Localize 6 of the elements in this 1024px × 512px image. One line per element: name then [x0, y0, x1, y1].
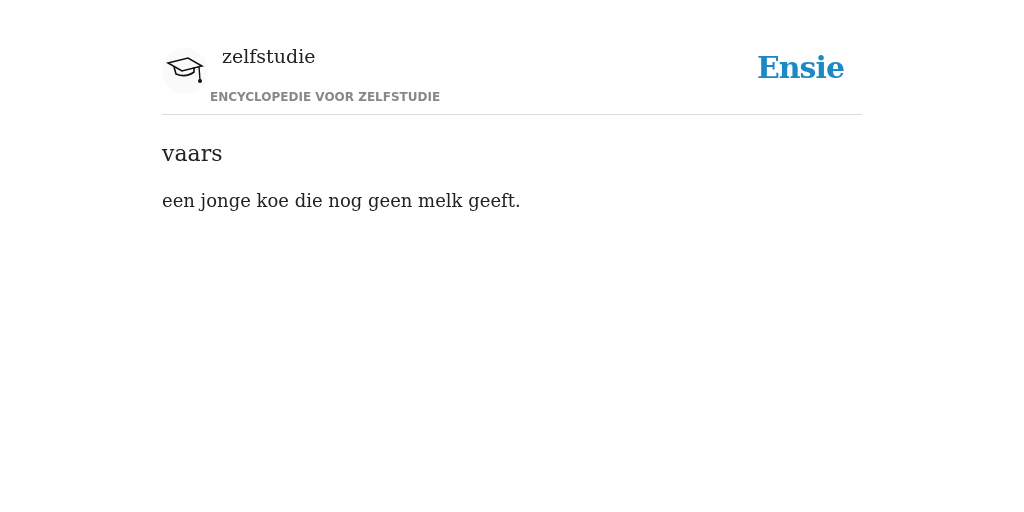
graduation-cap-icon — [162, 48, 208, 94]
entry-title: vaars — [162, 141, 224, 166]
logo[interactable]: Ensie — [756, 50, 844, 85]
site-name[interactable]: zelfstudie — [222, 45, 316, 67]
definition-text: een jonge koe die nog geen melk geeft. — [162, 190, 522, 211]
tagline: ENCYCLOPEDIE VOOR ZELFSTUDIE — [210, 90, 441, 104]
